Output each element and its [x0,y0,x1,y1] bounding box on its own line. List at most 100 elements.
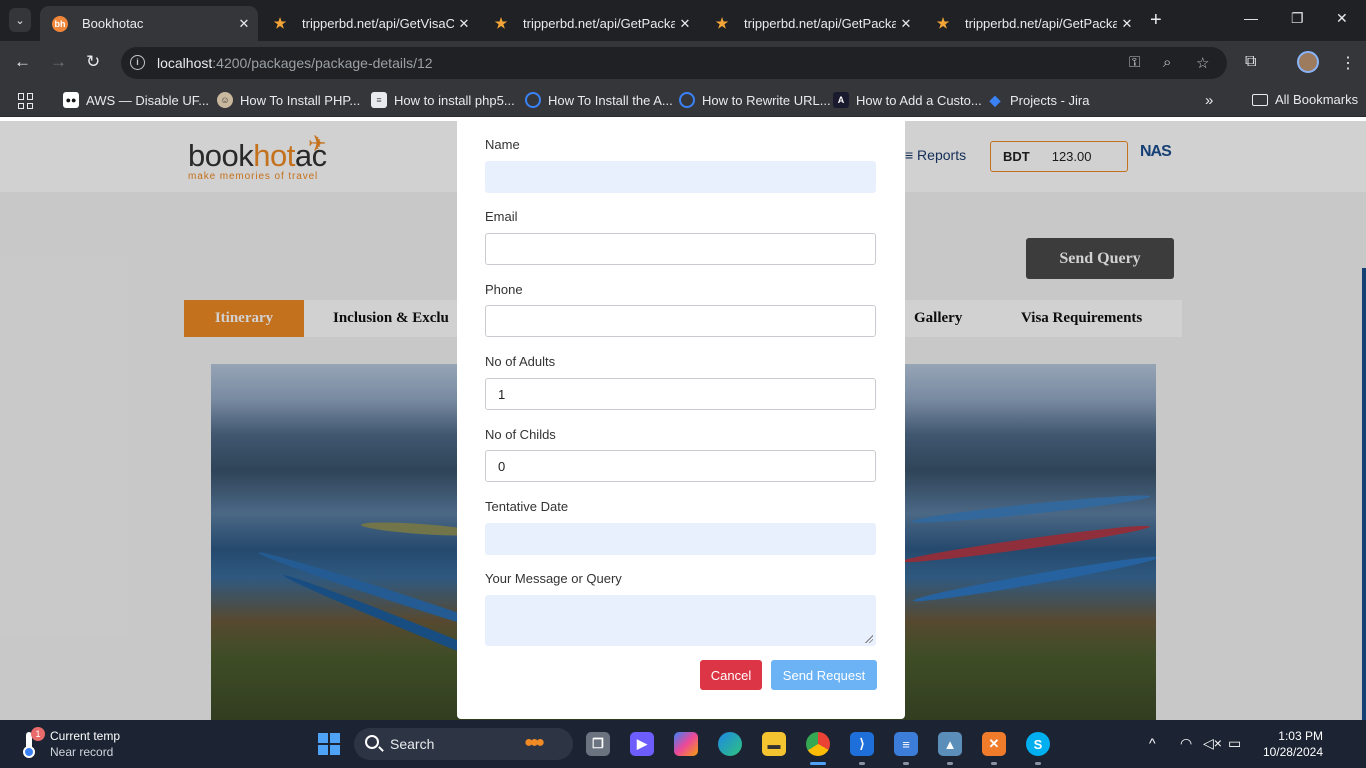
childs-input[interactable]: 0 [485,450,876,482]
extensions-puzzle-icon[interactable]: ⧉ [1245,53,1256,71]
tab-bookhotac[interactable]: bh Bookhotac ✕ [40,6,258,41]
tripper-favicon-icon: ★ [715,15,729,31]
site-info-icon[interactable]: i [130,55,145,70]
medium-icon: ●● [63,92,79,108]
search-placeholder: Search [390,736,435,752]
bookmarks-bar: ●● AWS — Disable UF... ☺ How To Install … [0,85,1366,117]
task-view-icon[interactable]: ❐ [586,732,610,756]
tentative-date-input[interactable] [485,523,876,555]
password-key-icon[interactable]: ⚿ [1129,54,1140,71]
bookmark-label: How To Install the A... [548,92,673,108]
bookmark-label: How to install php5... [394,92,515,108]
bookmark-star-icon[interactable]: ☆ [1196,54,1209,72]
name-input[interactable] [485,161,876,193]
web-page: bookhotac make memories of travel ✈ ≡ Re… [0,121,1366,720]
bookmark-label: How To Install PHP... [240,92,361,108]
bookmark-aws[interactable]: ●● AWS — Disable UF... [63,92,209,108]
chrome-icon[interactable] [806,732,830,756]
forward-arrow-icon[interactable]: → [50,51,67,73]
folder-icon [1252,93,1268,106]
back-arrow-icon[interactable]: ← [14,51,31,73]
close-tab-icon[interactable]: ✕ [896,16,916,32]
skype-icon[interactable]: S [1026,732,1050,756]
email-input[interactable] [485,233,876,265]
taskbar-search[interactable]: Search ●●● [354,728,573,760]
windows-start-icon[interactable] [318,733,340,755]
apps-grid-icon[interactable] [18,93,34,109]
xampp-icon[interactable]: ✕ [982,732,1006,756]
tab-tripper-package-3[interactable]: ★ tripperbd.net/api/GetPackag ✕ [923,6,1141,41]
message-textarea[interactable] [485,595,876,646]
bookmark-label: How to Rewrite URL... [702,92,831,108]
reload-icon[interactable]: ↻ [86,51,100,73]
address-bar[interactable]: i localhost:4200/packages/package-detail… [121,47,1227,79]
pumpkins-icon: ●●● [524,734,545,751]
clock-time: 1:03 PM [1278,729,1323,743]
tab-title: tripperbd.net/api/GetPackag [523,16,675,31]
phone-label: Phone [485,282,523,297]
angular-icon: A [833,92,849,108]
tab-tripper-package-1[interactable]: ★ tripperbd.net/api/GetPackag ✕ [481,6,699,41]
tentative-date-label: Tentative Date [485,499,569,514]
bookmarks-overflow-chevron-icon[interactable]: » [1205,92,1213,109]
search-icon [365,735,379,749]
resize-handle-icon[interactable] [865,635,873,643]
new-tab-plus-icon[interactable]: + [1150,9,1162,31]
tray-chevron-up-icon[interactable]: ^ [1149,735,1156,751]
tripper-favicon-icon: ★ [936,15,950,31]
send-request-button[interactable]: Send Request [771,660,877,690]
photos-icon[interactable]: ▲ [938,732,962,756]
tab-search-chevron-icon[interactable]: ⌄ [9,8,31,32]
notepad-icon[interactable]: ≡ [894,732,918,756]
bookmark-label: How to Add a Custo... [856,92,982,108]
tripper-favicon-icon: ★ [494,15,508,31]
bookmark-rewrite[interactable]: How to Rewrite URL... [679,92,831,108]
avatar-favicon-icon: ☺ [217,92,233,108]
browser-menu-icon[interactable]: ⋮ [1340,53,1356,73]
tab-tripper-package-2[interactable]: ★ tripperbd.net/api/GetPackag ✕ [702,6,920,41]
email-label: Email [485,209,518,224]
tab-tripper-visa[interactable]: ★ tripperbd.net/api/GetVisaCo ✕ [260,6,478,41]
close-tab-icon[interactable]: ✕ [675,16,695,32]
weather-title[interactable]: Current temp [50,729,120,743]
phone-input[interactable] [485,305,876,337]
chrome-active-indicator [810,762,826,765]
teams-meet-icon[interactable]: ▶ [630,732,654,756]
clock-date: 10/28/2024 [1262,745,1323,759]
wifi-icon[interactable]: ◠ [1180,735,1192,752]
file-explorer-icon[interactable]: ▬ [762,732,786,756]
cancel-button[interactable]: Cancel [700,660,762,690]
bookmark-php[interactable]: ☺ How To Install PHP... [217,92,360,108]
copilot-icon[interactable] [674,732,698,756]
bookmark-jira[interactable]: ◆ Projects - Jira [987,92,1090,108]
volume-muted-icon[interactable]: ◁× [1203,735,1222,752]
app-running-indicator [903,762,909,765]
bookmark-php5[interactable]: ≡ How to install php5... [371,92,515,108]
minimize-window-icon[interactable]: — [1244,10,1258,26]
url-path: :4200/packages/package-details/12 [212,55,433,71]
adults-label: No of Adults [485,354,556,369]
battery-icon[interactable]: ▭ [1228,735,1241,752]
restore-window-icon[interactable]: ❐ [1291,10,1304,27]
app-running-indicator [947,762,953,765]
close-tab-icon[interactable]: ✕ [1117,16,1137,32]
weather-subtitle: Near record [50,745,114,759]
close-window-icon[interactable]: ✕ [1336,10,1348,27]
browser-tab-bar: ⌄ bh Bookhotac ✕ ★ tripperbd.net/api/Get… [0,0,1366,41]
app-running-indicator [991,762,997,765]
close-tab-icon[interactable]: ✕ [234,16,254,32]
system-clock[interactable]: 1:03 PM 10/28/2024 [1261,728,1323,760]
tab-title: tripperbd.net/api/GetPackag [744,16,896,31]
close-tab-icon[interactable]: ✕ [454,16,474,32]
adults-input[interactable]: 1 [485,378,876,410]
url-text[interactable]: localhost:4200/packages/package-details/… [157,55,433,71]
bookmark-install[interactable]: How To Install the A... [525,92,673,108]
all-bookmarks-button[interactable]: All Bookmarks [1252,92,1358,107]
edge-icon[interactable] [718,732,742,756]
windows-taskbar: 1 Current temp Near record Search ●●● ❐ … [0,720,1366,768]
vscode-icon[interactable]: ⟩ [850,732,874,756]
zoom-icon[interactable]: ⌕ [1163,54,1171,71]
bookmark-custom[interactable]: A How to Add a Custo... [833,92,982,108]
tab-title: tripperbd.net/api/GetVisaCo [302,16,454,31]
profile-avatar[interactable] [1297,51,1319,73]
